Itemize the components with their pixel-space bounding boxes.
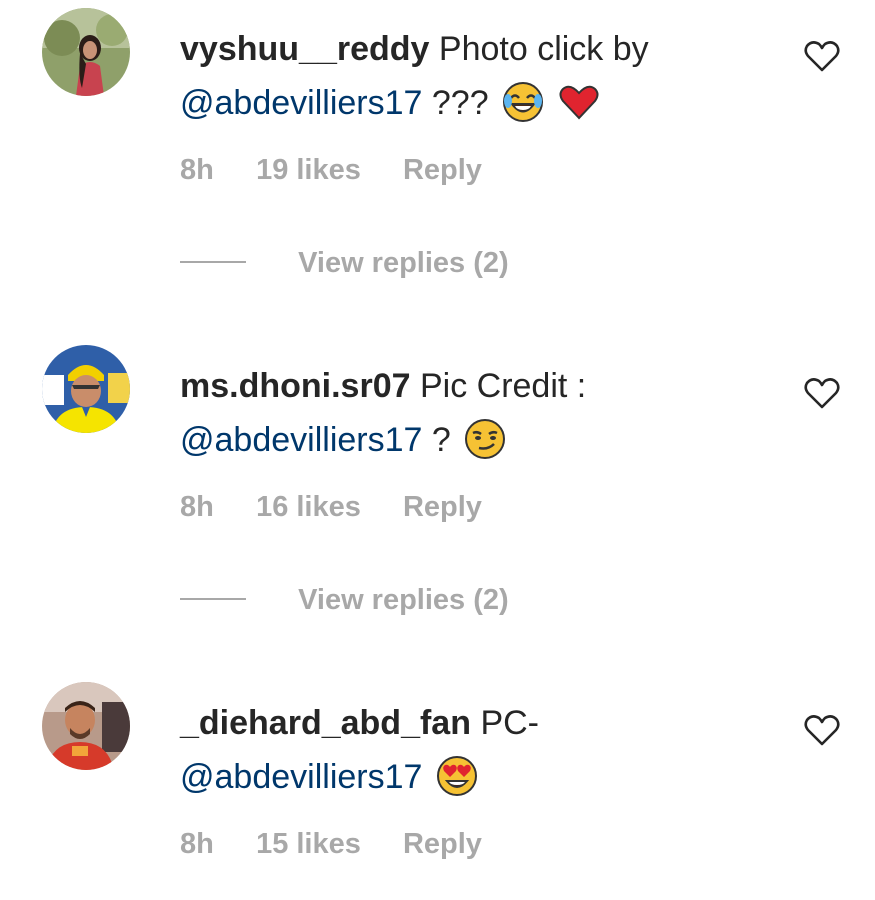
view-replies-label: View replies (2) <box>298 247 509 279</box>
view-replies-button[interactable]: View replies (2) <box>180 584 509 617</box>
comment-suffix: ? <box>431 421 451 459</box>
avatar-photo-icon <box>42 345 130 433</box>
reply-button[interactable]: Reply <box>403 491 482 524</box>
like-heart-icon[interactable] <box>803 375 841 411</box>
view-replies-button[interactable]: View replies (2) <box>180 247 509 280</box>
smirking-face-emoji <box>464 418 506 460</box>
comment-meta: 8h 16 likes Reply <box>180 491 482 524</box>
mention-link[interactable]: @abdevilliers17 <box>180 84 422 122</box>
user-avatar[interactable] <box>42 345 130 433</box>
comment-likes[interactable]: 19 likes <box>256 154 361 187</box>
comment-username[interactable]: vyshuu__reddy <box>180 30 429 68</box>
comment-suffix: ??? <box>431 84 489 122</box>
comment-meta: 8h 15 likes Reply <box>180 828 482 861</box>
comment-text: ms.dhoni.sr07 Pic Credit : @abdevilliers… <box>180 359 780 467</box>
comment-meta: 8h 19 likes Reply <box>180 154 482 187</box>
user-avatar[interactable] <box>42 8 130 96</box>
mention-link[interactable]: @abdevilliers17 <box>180 758 422 796</box>
mention-link[interactable]: @abdevilliers17 <box>180 421 422 459</box>
user-avatar[interactable] <box>42 682 130 770</box>
comment-time: 8h <box>180 154 214 186</box>
comment-body: Pic Credit : <box>419 367 587 405</box>
divider-line <box>180 261 246 264</box>
reply-button[interactable]: Reply <box>403 828 482 861</box>
divider-line <box>180 598 246 601</box>
comment-text: vyshuu__reddy Photo click by @abdevillie… <box>180 22 780 130</box>
heart-eyes-emoji <box>436 755 478 797</box>
view-replies-label: View replies (2) <box>298 584 509 616</box>
comment-body: Photo click by <box>438 30 649 68</box>
comment-time: 8h <box>180 828 214 860</box>
reply-button[interactable]: Reply <box>403 154 482 187</box>
avatar-photo-icon <box>42 8 130 96</box>
face-with-tears-of-joy-emoji <box>502 81 544 123</box>
comment-body: PC- <box>480 704 539 742</box>
avatar-photo-icon <box>42 682 130 770</box>
comment-text: _diehard_abd_fan PC- @abdevilliers17 <box>180 696 780 804</box>
comment-username[interactable]: _diehard_abd_fan <box>180 704 471 742</box>
comment-time: 8h <box>180 491 214 523</box>
comment-username[interactable]: ms.dhoni.sr07 <box>180 367 411 405</box>
comment-likes[interactable]: 15 likes <box>256 828 361 861</box>
like-heart-icon[interactable] <box>803 38 841 74</box>
comment-likes[interactable]: 16 likes <box>256 491 361 524</box>
red-heart-emoji <box>558 81 600 123</box>
like-heart-icon[interactable] <box>803 712 841 748</box>
